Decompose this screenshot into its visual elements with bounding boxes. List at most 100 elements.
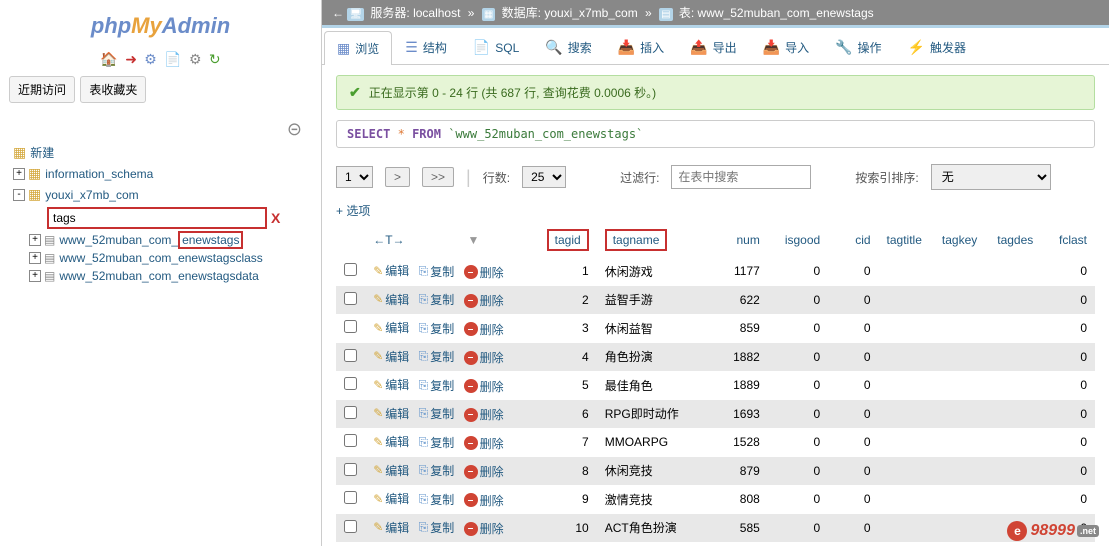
delete-link[interactable]: –删除: [464, 264, 504, 281]
options-toggle[interactable]: + 选项: [336, 198, 1095, 223]
exit-icon[interactable]: ➜: [125, 51, 137, 67]
tab-favorites[interactable]: 表收藏夹: [80, 76, 146, 103]
copy-link[interactable]: ⎘复制: [419, 491, 455, 508]
edit-link[interactable]: ✎编辑: [373, 376, 409, 393]
edit-link[interactable]: ✎编辑: [373, 519, 409, 536]
tab-recent[interactable]: 近期访问: [9, 76, 75, 103]
delete-link[interactable]: –删除: [464, 463, 504, 480]
delete-link[interactable]: –删除: [464, 406, 504, 423]
expand-icon[interactable]: +: [13, 168, 25, 180]
copy-link[interactable]: ⎘复制: [419, 320, 455, 337]
delete-link[interactable]: –删除: [464, 492, 504, 509]
row-checkbox[interactable]: [344, 434, 357, 447]
edit-link[interactable]: ✎编辑: [373, 291, 409, 308]
rows-select[interactable]: 25: [522, 166, 566, 188]
edit-link[interactable]: ✎编辑: [373, 433, 409, 450]
tree-db-info-schema[interactable]: + ▦ information_schema: [9, 163, 312, 184]
row-checkbox[interactable]: [344, 349, 357, 362]
row-checkbox[interactable]: [344, 292, 357, 305]
content-area: ✔ 正在显示第 0 - 24 行 (共 687 行, 查询花费 0.0006 秒…: [322, 65, 1109, 546]
row-checkbox[interactable]: [344, 491, 357, 504]
col-tagname[interactable]: tagname: [605, 229, 668, 251]
tab-operations[interactable]: 🔧操作: [822, 30, 894, 64]
copy-link[interactable]: ⎘复制: [419, 263, 455, 280]
sort-handle[interactable]: ←T→ ▼: [373, 233, 479, 247]
link-icon[interactable]: ⊝: [287, 119, 302, 139]
edit-link[interactable]: ✎编辑: [373, 462, 409, 479]
tree-table-enewstagsclass[interactable]: + ▤ www_52muban_com_enewstagsclass: [9, 249, 312, 267]
edit-link[interactable]: ✎编辑: [373, 405, 409, 422]
delete-link[interactable]: –删除: [464, 321, 504, 338]
clear-filter-icon[interactable]: X: [271, 210, 280, 226]
gear-icon[interactable]: ⚙: [144, 51, 157, 67]
expand-icon[interactable]: +: [29, 252, 41, 264]
col-cid[interactable]: cid: [828, 223, 878, 257]
tree-db-youxi[interactable]: - ▦ youxi_x7mb_com: [9, 184, 312, 205]
tab-triggers[interactable]: ⚡触发器: [895, 30, 979, 64]
copy-link[interactable]: ⎘复制: [419, 405, 455, 422]
copy-link[interactable]: ⎘复制: [419, 434, 455, 451]
table-row: ✎编辑 ⎘复制 –删除 10 ACT角色扮演 585 0 0 0: [336, 514, 1095, 543]
row-checkbox[interactable]: [344, 320, 357, 333]
last-page-button[interactable]: >>: [422, 167, 454, 187]
col-fclast[interactable]: fclast: [1045, 223, 1095, 257]
row-checkbox[interactable]: [344, 377, 357, 390]
row-checkbox[interactable]: [344, 406, 357, 419]
delete-link[interactable]: –删除: [464, 435, 504, 452]
tab-import[interactable]: 📥导入: [750, 30, 822, 64]
cell-isgood: 0: [768, 286, 828, 315]
cell-fclast: 0: [1045, 257, 1095, 286]
reload-icon[interactable]: ↻: [209, 51, 221, 67]
tab-insert[interactable]: 📥插入: [605, 30, 677, 64]
row-checkbox[interactable]: [344, 463, 357, 476]
docs-icon[interactable]: 📄: [164, 51, 181, 67]
edit-link[interactable]: ✎编辑: [373, 319, 409, 336]
tree-table-enewstags[interactable]: + ▤ www_52muban_com_enewstags: [9, 231, 312, 249]
delete-link[interactable]: –删除: [464, 378, 504, 395]
next-page-button[interactable]: >: [385, 167, 410, 187]
col-tagkey[interactable]: tagkey: [934, 223, 989, 257]
edit-link[interactable]: ✎编辑: [373, 490, 409, 507]
delete-link[interactable]: –删除: [464, 292, 504, 309]
breadcrumb-db[interactable]: youxi_x7mb_com: [544, 6, 637, 20]
col-tagtitle[interactable]: tagtitle: [879, 223, 934, 257]
page-select[interactable]: 1: [336, 166, 373, 188]
breadcrumb-table[interactable]: www_52muban_com_enewstags: [698, 6, 874, 20]
edit-link[interactable]: ✎编辑: [373, 262, 409, 279]
col-tagid[interactable]: tagid: [547, 229, 589, 251]
expand-icon[interactable]: +: [29, 234, 41, 246]
copy-icon: ⎘: [419, 321, 429, 336]
settings-icon[interactable]: ⚙: [189, 51, 202, 67]
tab-sql[interactable]: 📄SQL: [460, 30, 532, 64]
col-isgood[interactable]: isgood: [768, 223, 828, 257]
table-search-input[interactable]: [671, 165, 811, 189]
row-checkbox[interactable]: [344, 520, 357, 533]
index-sort-select[interactable]: 无: [931, 164, 1051, 190]
col-tagdes[interactable]: tagdes: [989, 223, 1044, 257]
tab-export[interactable]: 📤导出: [677, 30, 749, 64]
copy-link[interactable]: ⎘复制: [419, 462, 455, 479]
copy-link[interactable]: ⎘复制: [419, 377, 455, 394]
breadcrumb-server[interactable]: localhost: [413, 6, 460, 20]
cell-fclast: 0: [1045, 400, 1095, 429]
cell-fclast: 0: [1045, 428, 1095, 457]
delete-link[interactable]: –删除: [464, 520, 504, 537]
edit-link[interactable]: ✎编辑: [373, 348, 409, 365]
tree-table-enewstagsdata[interactable]: + ▤ www_52muban_com_enewstagsdata: [9, 267, 312, 285]
tab-structure[interactable]: ☰结构: [392, 30, 460, 64]
row-checkbox[interactable]: [344, 263, 357, 276]
home-icon[interactable]: 🏠: [100, 51, 117, 67]
col-num[interactable]: num: [707, 223, 767, 257]
tree-new[interactable]: ▦ 新建: [9, 142, 312, 163]
copy-link[interactable]: ⎘复制: [419, 348, 455, 365]
phpmyadmin-logo[interactable]: phpMyAdmin: [5, 5, 316, 47]
tab-search[interactable]: 🔍搜索: [532, 30, 604, 64]
delete-link[interactable]: –删除: [464, 349, 504, 366]
collapse-icon[interactable]: -: [13, 189, 25, 201]
expand-icon[interactable]: +: [29, 270, 41, 282]
breadcrumb: ← 🖥 服务器: localhost » ▦ 数据库: youxi_x7mb_c…: [322, 0, 1109, 28]
copy-link[interactable]: ⎘复制: [419, 291, 455, 308]
copy-link[interactable]: ⎘复制: [419, 519, 455, 536]
tab-browse[interactable]: ▦浏览: [324, 31, 392, 65]
filter-input[interactable]: [47, 207, 267, 229]
